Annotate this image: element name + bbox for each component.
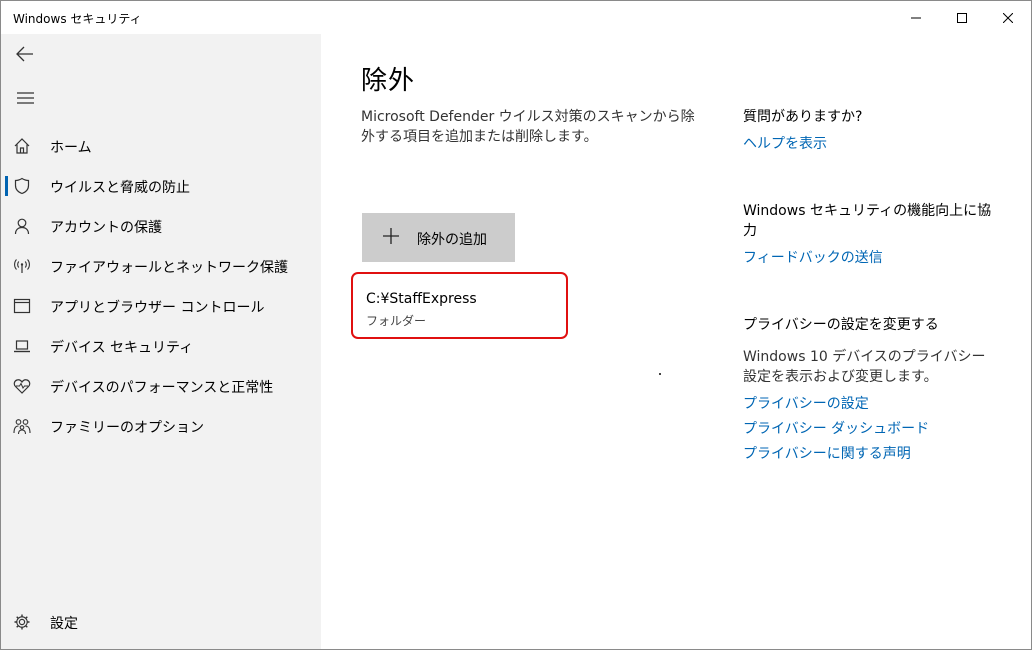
sidebar-item-family-options[interactable]: ファミリーのオプション [1,406,321,446]
stray-pixel [659,373,661,375]
sidebar-item-label: 設定 [50,616,78,632]
add-exclusion-label: 除外の追加 [417,232,487,248]
title-bar: Windows セキュリティ [1,1,1031,34]
minimize-icon [911,17,921,18]
minimize-button[interactable] [893,1,939,34]
close-icon [1003,12,1013,23]
back-arrow-icon [16,46,33,62]
right-panel: 質問がありますか? ヘルプを表示 Windows セキュリティの機能向上に協力 … [743,34,1003,634]
improve-heading: Windows セキュリティの機能向上に協力 [743,203,992,239]
exclusion-type: フォルダー [366,314,427,328]
sidebar-item-label: ファミリーのオプション [50,420,204,436]
question-heading: 質問がありますか? [743,109,863,125]
window-title: Windows セキュリティ [13,12,142,26]
home-icon [13,137,31,155]
gear-icon [13,613,31,631]
maximize-button[interactable] [939,1,985,34]
privacy-dashboard-link[interactable]: プライバシー ダッシュボード [743,418,929,438]
sidebar-item-label: アプリとブラウザー コントロール [50,300,265,316]
hamburger-menu-button[interactable] [1,78,49,118]
app-window-icon [13,297,31,315]
privacy-statement-link[interactable]: プライバシーに関する声明 [743,443,911,463]
sidebar-item-settings[interactable]: 設定 [1,602,321,642]
heart-pulse-icon [13,377,31,395]
exclusion-item[interactable]: C:¥StaffExpress フォルダー [351,272,568,339]
family-icon [13,417,31,435]
back-button[interactable] [1,34,49,74]
sidebar-item-label: ファイアウォールとネットワーク保護 [50,260,288,276]
feedback-link[interactable]: フィードバックの送信 [743,247,883,267]
laptop-icon [13,337,31,355]
hamburger-icon [16,92,34,104]
active-indicator [5,176,8,196]
page-description: Microsoft Defender ウイルス対策のスキャンから除外する項目を追… [361,109,695,145]
app-window: Windows セキュリティ ホーム ウイルスと脅威の防止 アカウントの保護 フ… [0,0,1032,650]
sidebar-item-firewall[interactable]: ファイアウォールとネットワーク保護 [1,246,321,286]
sidebar-item-device-performance[interactable]: デバイスのパフォーマンスと正常性 [1,366,321,406]
sidebar-item-label: ウイルスと脅威の防止 [50,180,190,196]
sidebar-item-device-security[interactable]: デバイス セキュリティ [1,326,321,366]
sidebar: ホーム ウイルスと脅威の防止 アカウントの保護 ファイアウォールとネットワーク保… [1,34,321,649]
sidebar-item-label: ホーム [50,140,92,156]
help-link[interactable]: ヘルプを表示 [743,133,827,153]
privacy-text: Windows 10 デバイスのプライバシー設定を表示および変更します。 [743,349,986,385]
maximize-icon [957,12,967,23]
page-title: 除外 [361,66,416,96]
sidebar-item-app-browser-control[interactable]: アプリとブラウザー コントロール [1,286,321,326]
sidebar-item-account-protection[interactable]: アカウントの保護 [1,206,321,246]
close-button[interactable] [985,1,1031,34]
exclusion-path: C:¥StaffExpress [366,291,477,307]
sidebar-item-home[interactable]: ホーム [1,126,321,166]
sidebar-item-label: デバイスのパフォーマンスと正常性 [50,380,274,396]
sidebar-item-virus-protection[interactable]: ウイルスと脅威の防止 [1,166,321,206]
person-icon [13,217,31,235]
sidebar-item-label: デバイス セキュリティ [50,340,194,356]
main-content: 除外 Microsoft Defender ウイルス対策のスキャンから除外する項… [321,34,711,649]
plus-icon [383,228,399,244]
privacy-settings-link[interactable]: プライバシーの設定 [743,393,869,413]
add-exclusion-button[interactable]: 除外の追加 [362,213,515,262]
shield-icon [13,177,31,195]
wifi-icon [13,257,31,275]
privacy-heading: プライバシーの設定を変更する [743,317,939,333]
sidebar-item-label: アカウントの保護 [50,220,162,236]
